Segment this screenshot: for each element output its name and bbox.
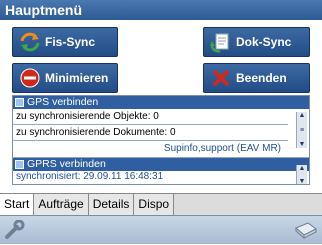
objekte-row: zu synchronisierende Objekte: 0 xyxy=(13,109,288,125)
gps-header-label: GPS verbinden xyxy=(27,96,99,108)
sync-arrows-icon xyxy=(19,31,41,53)
minimieren-label: Minimieren xyxy=(45,71,109,85)
dok-sync-label: Dok-Sync xyxy=(236,35,292,49)
tab-start[interactable]: Start xyxy=(0,194,35,215)
beenden-label: Beenden xyxy=(236,71,287,85)
scroll-down-icon[interactable]: ▼ xyxy=(299,178,306,184)
fis-sync-button[interactable]: Fis-Sync xyxy=(12,27,118,57)
support-line: Supinfo,support (EAV MR) xyxy=(13,141,309,158)
minimieren-button[interactable]: Minimieren xyxy=(12,63,118,93)
beenden-button[interactable]: Beenden xyxy=(203,63,310,93)
window-title: Hauptmenü xyxy=(0,0,322,20)
tab-dispo[interactable]: Dispo xyxy=(134,194,175,215)
close-x-icon xyxy=(210,67,232,89)
gps-section-header[interactable]: GPS verbinden xyxy=(13,96,309,109)
keyboard-icon[interactable] xyxy=(294,220,318,240)
status-list: GPS verbinden zu synchronisierende Objek… xyxy=(12,95,310,185)
tab-bar: Start Aufträge Details Dispo xyxy=(0,193,322,216)
scroll-up-icon[interactable]: ▲ xyxy=(299,112,306,119)
last-sync-line: synchronisiert: 29.09.11 16:48:31 xyxy=(16,171,164,181)
scrollbar-bottom[interactable]: ▲ ▼ xyxy=(296,165,307,184)
scrollbar-top[interactable]: ▲ ≡ ▼ xyxy=(296,112,307,148)
dokumente-row: zu synchronisierende Dokumente: 0 xyxy=(13,125,288,141)
scroll-down-icon[interactable]: ▼ xyxy=(299,141,306,148)
tab-auftraege[interactable]: Aufträge xyxy=(34,194,89,215)
dok-sync-button[interactable]: Dok-Sync xyxy=(203,27,310,57)
document-sync-icon xyxy=(210,31,232,53)
tab-details[interactable]: Details xyxy=(88,194,135,215)
wrench-icon[interactable] xyxy=(3,219,25,240)
gprs-header-label: GPRS verbinden xyxy=(27,158,106,170)
scroll-up-icon[interactable]: ▲ xyxy=(299,165,306,172)
fis-sync-label: Fis-Sync xyxy=(45,35,96,49)
section-square-icon xyxy=(15,160,24,169)
tab-bar-spacer xyxy=(174,194,322,216)
gprs-section-header[interactable]: GPRS verbinden xyxy=(13,158,309,171)
bottom-bar xyxy=(0,215,322,244)
section-square-icon xyxy=(15,98,24,107)
minus-circle-icon xyxy=(19,67,41,89)
scroll-grip-icon[interactable]: ≡ xyxy=(300,127,304,134)
